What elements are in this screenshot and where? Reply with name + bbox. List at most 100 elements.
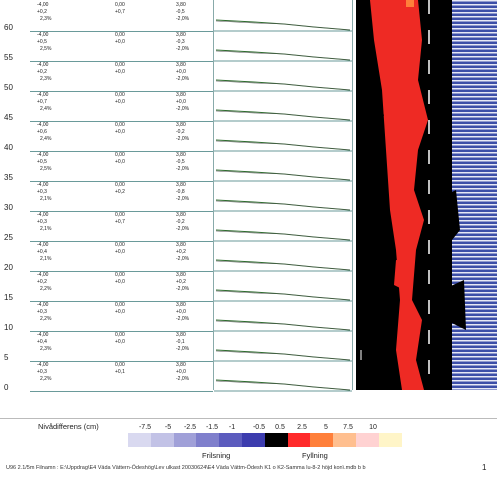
row-value: 2,1%: [40, 256, 52, 262]
row-value: +0,2: [37, 9, 47, 15]
cross-section-profile: [214, 319, 352, 332]
row-value: -2,0%: [176, 346, 190, 352]
y-tick-label: 55: [4, 53, 13, 62]
row-value: +0,2: [37, 279, 47, 285]
legend-swatch: [378, 433, 402, 447]
row-value: 3,80: [176, 272, 186, 278]
row-value: +0,6: [37, 129, 47, 135]
row-value: +0,0: [176, 369, 186, 375]
cross-section-profile: [214, 169, 352, 182]
row-value: 0,00: [115, 362, 125, 368]
row-value: 2,2%: [40, 286, 52, 292]
row-value: 2,3%: [40, 16, 52, 22]
row-value: -2,0%: [176, 376, 190, 382]
row-value: 0,00: [115, 212, 125, 218]
row-value: -2,0%: [176, 16, 190, 22]
section-row: -4,00 0,00 3,80 +0,7 +0,0 +0,0 2,4% -2,0%: [30, 92, 213, 122]
y-tick-label: 20: [4, 263, 13, 272]
row-value: 0,00: [115, 62, 125, 68]
legend-swatch: [264, 433, 288, 447]
y-tick-label: 25: [4, 233, 13, 242]
footer-text: U96 2.1/5m Filnamn : E:\Uppdrag\E4 Väda …: [6, 465, 366, 471]
row-value: -0,1: [176, 339, 185, 345]
cross-section-profile: [214, 229, 352, 242]
row-value: -4,00: [37, 62, 49, 68]
y-tick-label: 50: [4, 83, 13, 92]
row-value: -4,00: [37, 272, 49, 278]
legend-swatch: [196, 433, 220, 447]
row-value: 3,80: [176, 302, 186, 308]
row-value: -4,00: [37, 122, 49, 128]
cross-section-profile: [214, 79, 352, 92]
row-value: +0,4: [37, 249, 47, 255]
row-value: +0,5: [37, 39, 47, 45]
row-value: 3,80: [176, 32, 186, 38]
cross-section-profile: [214, 109, 352, 122]
row-value: 2,5%: [40, 166, 52, 172]
row-value: +0,2: [176, 279, 186, 285]
section-row: -4,00 0,00 3,80 +0,3 +0,0 +0,0 2,2% -2,0%: [30, 302, 213, 332]
row-value: -4,00: [37, 182, 49, 188]
cross-section-profile: [214, 259, 352, 272]
row-value: 0,00: [115, 332, 125, 338]
legend-value: 2.5: [297, 424, 307, 431]
section-row: -4,00 0,00 3,80 +0,3 +0,2 -0,8 2,1% -2,0%: [30, 182, 213, 212]
row-value: +0,0: [176, 309, 186, 315]
row-value: -0,5: [176, 9, 185, 15]
legend-swatch: [150, 433, 174, 447]
row-value: +0,0: [115, 339, 125, 345]
legend-value: 7.5: [343, 424, 353, 431]
row-value: -0,8: [176, 189, 185, 195]
row-value: 2,2%: [40, 316, 52, 322]
legend-value: -2.5: [183, 424, 197, 431]
row-value: 3,80: [176, 122, 186, 128]
row-divider: [30, 391, 213, 392]
row-value: 2,4%: [40, 106, 52, 112]
cross-section-profile: [214, 199, 352, 212]
row-value: -2,0%: [176, 316, 190, 322]
row-value: +0,0: [115, 129, 125, 135]
row-value: -2,0%: [176, 256, 190, 262]
row-value: 2,1%: [40, 196, 52, 202]
section-row: -4,00 0,00 3,80 +0,5 +0,0 -0,5 2,5% -2,0%: [30, 152, 213, 182]
row-value: 0,00: [115, 122, 125, 128]
legend-value: -0.5: [252, 424, 266, 431]
row-value: +0,3: [37, 309, 47, 315]
row-value: 3,80: [176, 62, 186, 68]
row-value: +0,4: [37, 339, 47, 345]
row-value: +0,0: [115, 159, 125, 165]
row-value: 3,80: [176, 2, 186, 8]
section-row: -4,00 0,00 3,80 +0,6 +0,0 -0,2 2,4% -2,0%: [30, 122, 213, 152]
row-value: +0,3: [37, 219, 47, 225]
legend-value: -7.5: [138, 424, 152, 431]
cross-section-profile: [214, 349, 352, 362]
y-tick-label: 30: [4, 203, 13, 212]
row-value: 0,00: [115, 182, 125, 188]
row-value: -2,0%: [176, 196, 190, 202]
legend-swatch: [173, 433, 197, 447]
row-value: -0,2: [176, 219, 185, 225]
section-row: -4,00 0,00 3,80 +0,2 +0,7 -0,5 2,3% -2,0%: [30, 2, 213, 32]
row-value: +0,0: [176, 69, 186, 75]
row-value: 2,5%: [40, 46, 52, 52]
legend-value: 0.5: [275, 424, 285, 431]
row-value: -4,00: [37, 92, 49, 98]
row-value: -4,00: [37, 2, 49, 8]
row-value: +0,5: [37, 159, 47, 165]
row-value: -4,00: [37, 152, 49, 158]
row-value: -0,5: [176, 159, 185, 165]
fill-label: Fyllning: [302, 451, 328, 460]
row-value: +0,0: [115, 99, 125, 105]
y-tick-label: 60: [4, 23, 13, 32]
row-value: 3,80: [176, 242, 186, 248]
legend-swatch: [310, 433, 334, 447]
legend-title: Nivådifferens (cm): [38, 422, 99, 431]
legend-swatch: [356, 433, 379, 447]
section-row: -4,00 0,00 3,80 +0,4 +0,0 +0,2 2,1% -2,0%: [30, 242, 213, 272]
legend-value: -1: [228, 424, 236, 431]
row-value: +0,0: [115, 39, 125, 45]
y-tick-label: 10: [4, 323, 13, 332]
section-row: -4,00 0,00 3,80 +0,2 +0,0 +0,0 2,3% -2,0%: [30, 62, 213, 92]
row-value: +0,3: [37, 189, 47, 195]
row-value: +0,3: [37, 369, 47, 375]
